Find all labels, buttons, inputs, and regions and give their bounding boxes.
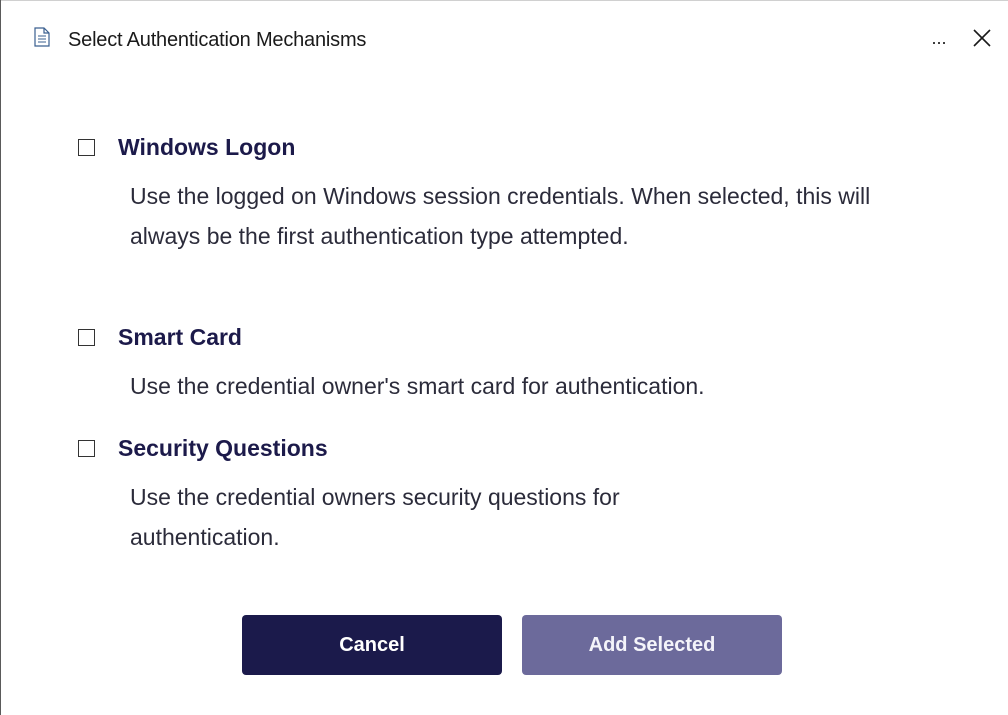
security-questions-description: Use the credential owners security quest… bbox=[130, 484, 620, 550]
windows-logon-description: Use the logged on Windows session creden… bbox=[130, 183, 871, 249]
security-questions-label[interactable]: Security Questions bbox=[118, 435, 328, 462]
smart-card-checkbox[interactable] bbox=[78, 329, 95, 346]
dialog-title: Select Authentication Mechanisms bbox=[68, 29, 367, 51]
smart-card-label[interactable]: Smart Card bbox=[118, 324, 242, 351]
more-options-button[interactable]: ... bbox=[924, 23, 954, 53]
title-bar: Select Authentication Mechanisms ... bbox=[1, 0, 1008, 79]
cancel-button[interactable]: Cancel bbox=[242, 615, 502, 675]
windows-logon-label[interactable]: Windows Logon bbox=[118, 134, 295, 161]
close-icon[interactable] bbox=[967, 23, 997, 53]
document-icon bbox=[34, 27, 50, 47]
add-selected-button[interactable]: Add Selected bbox=[522, 615, 782, 675]
auth-mechanisms-dialog: Select Authentication Mechanisms ... Win… bbox=[0, 0, 1008, 715]
security-questions-checkbox[interactable] bbox=[78, 440, 95, 457]
windows-logon-checkbox[interactable] bbox=[78, 139, 95, 156]
smart-card-description: Use the credential owner's smart card fo… bbox=[130, 373, 705, 399]
